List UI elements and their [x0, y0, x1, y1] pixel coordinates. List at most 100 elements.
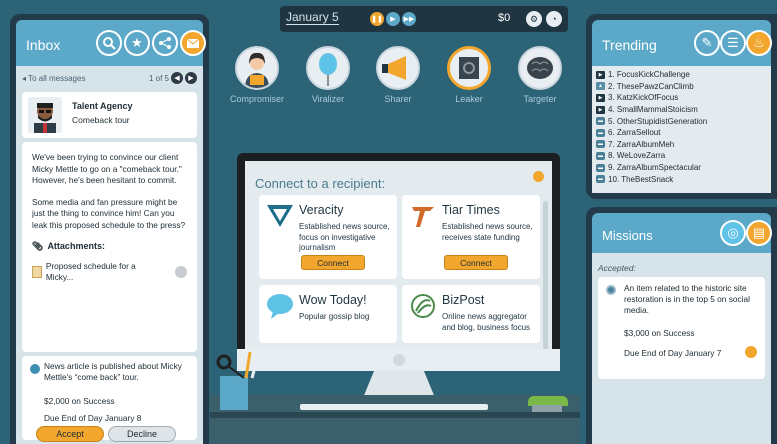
download-icon[interactable] — [175, 266, 187, 278]
trending-list: ▶ 1. FocusKickChallenge ▲ 2. ThesePawzCanC… — [592, 66, 771, 193]
missions-panel: Missions ◎ ▤ Accepted: An item related t… — [586, 207, 777, 444]
message-icon: ▬ — [596, 175, 605, 184]
gear-icon[interactable]: ⚙ — [526, 11, 542, 27]
prev-arrow-icon[interactable]: ◀ — [171, 72, 183, 84]
search-icon[interactable] — [96, 30, 122, 56]
trending-item[interactable]: ▬ 7. ZarraAlbumMeh — [596, 139, 767, 151]
fire-icon[interactable]: ♨ — [746, 30, 772, 56]
role-leaker[interactable]: Leaker — [445, 46, 493, 104]
person-icon — [235, 46, 279, 90]
role-sharer[interactable]: Sharer — [374, 46, 422, 104]
veracity-logo-icon — [267, 205, 293, 227]
target-icon[interactable]: ◎ — [720, 220, 746, 246]
desk — [210, 395, 580, 444]
attachment-name: Proposed schedule for a Micky... — [45, 260, 136, 283]
pause-icon[interactable]: ❚❚ — [370, 12, 384, 26]
recipient-description: Established news source, receives state … — [442, 222, 533, 242]
recipient-card-veracity[interactable]: Veracity Established news source, focus … — [259, 195, 397, 279]
message-nav: ◂ To all messages 1 of 5 ◀ ▶ — [22, 72, 197, 86]
trending-item[interactable]: ▬ 9. ZarraAlbumSpectacular — [596, 162, 767, 174]
recipient-screen: Connect to a recipient: Veracity Establi… — [245, 161, 552, 363]
trending-label: 2. ThesePawzCanClimb — [608, 81, 694, 91]
trending-label: 10. TheBestSnack — [608, 174, 674, 184]
trending-label: 7. ZarraAlbumMeh — [608, 139, 675, 149]
inbox-panel: Inbox ★ ◂ To all messages 1 of 5 ◀ ▶ Tal… — [10, 14, 209, 444]
message-paragraph-2: Some media and fan pressure might be jus… — [32, 196, 186, 230]
bizpost-logo-icon — [411, 294, 435, 318]
role-targeter[interactable]: Targeter — [516, 46, 564, 104]
trending-item[interactable]: ▬ 5. OtherStupidistGeneration — [596, 115, 767, 127]
book-icon[interactable]: ▤ — [746, 220, 772, 246]
plant-pot — [532, 405, 562, 412]
star-icon[interactable]: ★ — [124, 30, 150, 56]
keyboard — [300, 404, 488, 410]
attachments-heading: 📎︎ Attachments: — [32, 241, 187, 253]
inbox-title: Inbox — [26, 37, 61, 53]
recipient-description: Popular gossip blog — [299, 312, 370, 321]
role-label: Targeter — [523, 94, 557, 104]
recipient-card-tiar-times[interactable]: Tiar Times Established news source, rece… — [402, 195, 540, 279]
flag-icon[interactable] — [745, 346, 757, 358]
stats-icon[interactable]: ◔ — [546, 11, 562, 27]
task-reward: $2,000 on Success — [44, 396, 115, 406]
share-icon[interactable] — [152, 30, 178, 56]
trending-title: Trending — [602, 37, 657, 53]
accept-button[interactable]: Accept — [36, 426, 104, 442]
attachment-item[interactable]: Proposed schedule for a Micky... — [32, 261, 187, 284]
trending-label: 6. ZarraSellout — [608, 128, 661, 138]
connect-button[interactable]: Connect — [444, 255, 508, 270]
trending-label: 3. KatzKickOfFocus — [608, 93, 679, 103]
decline-button[interactable]: Decline — [108, 426, 176, 442]
trending-item[interactable]: ▶ 1. FocusKickChallenge — [596, 69, 767, 81]
document-icon — [32, 266, 42, 278]
role-viralizer[interactable]: Viralizer — [304, 46, 352, 104]
close-icon[interactable] — [533, 171, 544, 182]
recipient-name: Wow Today! — [299, 293, 367, 307]
recipient-card-bizpost[interactable]: BizPost Online news aggregator and blog,… — [402, 285, 540, 343]
task-due: Due End of Day January 8 — [44, 413, 142, 423]
mission-status-icon — [606, 285, 616, 295]
mission-description: An item related to the historic site res… — [624, 283, 750, 315]
attachments-label: Attachments: — [47, 241, 105, 251]
recipient-description: Online news aggregator and blog, busines… — [442, 312, 531, 332]
trending-item[interactable]: ▲ 2. ThesePawzCanClimb — [596, 81, 767, 93]
task-description: News article is published about Micky Me… — [44, 361, 182, 382]
inbox-header: Inbox ★ — [16, 20, 206, 66]
mission-card[interactable]: An item related to the historic site res… — [598, 277, 765, 379]
speech-bubble-logo-icon — [267, 294, 293, 319]
trending-label: 4. SmallMammalStoicism — [608, 105, 698, 115]
message-icon: ▬ — [596, 140, 605, 149]
message-paragraph-1: We've been trying to convince our client… — [32, 152, 182, 185]
trending-item[interactable]: ▬ 10. TheBestSnack — [596, 173, 767, 185]
video-icon: ▶ — [596, 105, 605, 114]
trending-item[interactable]: ▬ 6. ZarraSellout — [596, 127, 767, 139]
accepted-label: Accepted: — [598, 263, 636, 273]
role-label: Leaker — [455, 94, 483, 104]
trending-item[interactable]: ▶ 4. SmallMammalStoicism — [596, 104, 767, 116]
list-icon[interactable]: ☰ — [720, 30, 746, 56]
role-label: Viralizer — [311, 94, 345, 104]
inbox-body: Inbox ★ ◂ To all messages 1 of 5 ◀ ▶ Tal… — [16, 20, 206, 444]
message-icon: ▬ — [596, 151, 605, 160]
role-label: Compromiser — [229, 94, 284, 104]
edit-icon[interactable]: ✎ — [694, 30, 720, 56]
trending-item[interactable]: ▬ 8. WeLoveZarra — [596, 150, 767, 162]
scrollbar[interactable] — [543, 201, 548, 351]
megaphone-icon — [376, 46, 420, 90]
missions-body: Accepted: An item related to the histori… — [592, 253, 771, 444]
connect-button[interactable]: Connect — [301, 255, 365, 270]
missions-header: Missions ◎ ▤ — [592, 213, 772, 253]
trending-item[interactable]: ▶ 3. KatzKickOfFocus — [596, 92, 767, 104]
fast-forward-icon[interactable]: ▶▶ — [402, 12, 416, 26]
trending-label: 8. WeLoveZarra — [608, 151, 666, 161]
next-arrow-icon[interactable]: ▶ — [185, 72, 197, 84]
play-icon[interactable]: ▶ — [386, 12, 400, 26]
recipient-name: BizPost — [442, 293, 485, 307]
money-balance: $0 — [498, 12, 511, 24]
recipient-card-wow-today[interactable]: Wow Today! Popular gossip blog — [259, 285, 397, 343]
message-body: We've been trying to convince our client… — [22, 142, 197, 352]
back-to-all-link[interactable]: ◂ To all messages — [22, 74, 85, 83]
role-compromiser[interactable]: Compromiser — [230, 46, 284, 104]
mail-icon[interactable] — [180, 30, 206, 56]
power-button-icon — [393, 354, 405, 366]
